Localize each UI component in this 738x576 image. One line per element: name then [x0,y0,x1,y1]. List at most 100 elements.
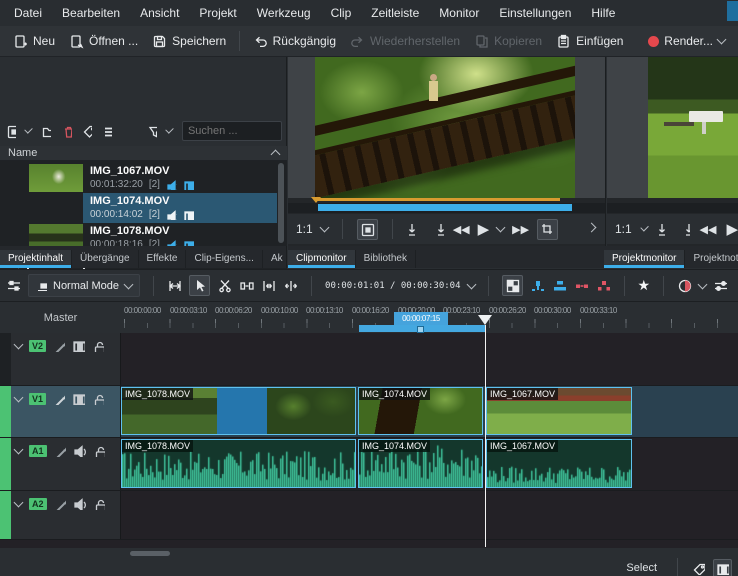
timeline-clip-audio-1078[interactable]: IMG_1078.MOV [121,439,356,488]
tab-uebergaenge[interactable]: Übergänge [72,250,138,268]
master-track-button[interactable]: Master [0,302,122,333]
record-options-icon[interactable] [677,278,692,293]
menu-bearbeiten[interactable]: Bearbeiten [52,0,130,26]
new-folder-icon[interactable] [41,124,51,139]
bin-row-img1067[interactable]: IMG_1067.MOV 00:01:32:20 [2] [0,163,287,193]
play-icon[interactable]: ▶ [478,220,490,238]
filter-icon[interactable] [147,124,157,139]
menu-clip[interactable]: Clip [321,0,362,26]
sort-chevron-up-icon[interactable] [271,150,281,160]
track-tag[interactable]: V2 [29,340,46,352]
play-chevron-icon[interactable] [496,223,506,233]
audio-track-icon[interactable] [73,444,86,457]
more-tools-icon[interactable] [587,223,597,233]
effects-wand-icon[interactable] [54,445,66,457]
collapse-chevron-icon[interactable] [14,497,24,507]
lock-icon[interactable] [92,393,104,405]
tab-projektmonitor[interactable]: Projektmonitor [604,250,685,268]
monitor-seekbar[interactable] [607,203,738,213]
status-thumbnails-icon[interactable] [713,559,732,576]
timeline-horizontal-scrollbar[interactable] [130,551,170,556]
track-target-indicator-active[interactable] [0,491,11,539]
menu-einstellungen[interactable]: Einstellungen [489,0,581,26]
open-button[interactable]: Öffnen ... [62,30,145,53]
timeline-zone-bar[interactable] [359,325,486,332]
menu-ansicht[interactable]: Ansicht [130,0,189,26]
menu-datei[interactable]: Datei [4,0,52,26]
rewind-icon[interactable]: ◀◀ [700,223,717,236]
track-header-a1[interactable]: A1 [11,438,121,490]
timeline-settings-icon[interactable] [6,278,21,293]
mix-clips-icon[interactable] [167,278,182,293]
menu-hilfe[interactable]: Hilfe [581,0,625,26]
timeline-clip-audio-1067[interactable]: IMG_1067.MOV [486,439,632,488]
tab-effekte[interactable]: Effekte [139,250,187,268]
timeline-clip-video-1078[interactable]: IMG_1078.MOV [121,387,356,435]
extract-zone-icon[interactable] [574,278,589,293]
video-track-icon[interactable] [72,339,85,352]
tab-projektnotizen[interactable]: Projektnotizen [685,250,738,268]
delete-icon[interactable] [61,124,71,139]
track-a1-body[interactable]: IMG_1078.MOV IMG_1074.MOV IMG_1067.MOV [121,438,738,490]
track-a2-body[interactable] [121,491,738,539]
effects-wand-icon[interactable] [54,498,66,510]
effects-wand-icon[interactable] [53,340,65,352]
track-target-indicator-active[interactable] [0,438,11,490]
timeline-clip-video-1067[interactable]: IMG_1067.MOV [486,387,632,435]
spacer-tool-icon[interactable] [239,278,254,293]
track-v1-body[interactable]: IMG_1078.MOV IMG_1074.MOV IMG_1067.MOV [121,386,738,437]
collapse-chevron-icon[interactable] [14,392,24,402]
favorite-effects-icon[interactable]: ★ [638,277,651,294]
save-button[interactable]: Speichern [145,30,233,53]
zoom-chevron-icon[interactable] [640,223,649,232]
collapse-chevron-icon[interactable] [14,444,24,454]
zone-handle[interactable] [417,326,424,333]
video-frame-garden[interactable] [648,57,738,198]
menu-projekt[interactable]: Projekt [189,0,246,26]
bin-row-img1074-selected[interactable]: IMG_1074.MOV 00:00:14:02 [2] [0,193,287,223]
record-chevron-icon[interactable] [698,279,708,289]
lock-icon[interactable] [92,340,104,352]
tab-clip-eigenschaften[interactable]: Clip-Eigens... [186,250,262,268]
video-track-icon[interactable] [72,392,85,405]
timeline-clip-video-1074[interactable]: IMG_1074.MOV [358,387,483,435]
bin-scrollbar[interactable] [278,163,284,243]
track-header-a2[interactable]: A2 [11,491,121,539]
track-tag[interactable]: A1 [29,445,47,457]
add-clip-chevron-icon[interactable] [24,125,33,134]
lock-icon[interactable] [93,445,105,457]
view-menu-icon[interactable] [102,124,112,139]
copy-button[interactable]: Kopieren [467,30,549,53]
add-clip-icon[interactable] [6,124,16,139]
razor-tool-icon[interactable] [217,278,232,293]
track-tag[interactable]: A2 [29,498,47,510]
zoom-level[interactable]: 1:1 [296,222,313,236]
audio-track-icon[interactable] [73,497,86,510]
edit-mode-select[interactable]: Normal Mode [28,274,140,297]
playhead-handle[interactable] [478,315,492,325]
tab-clipmonitor[interactable]: Clipmonitor [288,250,356,268]
timecode-chevron-icon[interactable] [466,279,476,289]
track-target-indicator-active[interactable] [0,386,11,437]
zone-trim-icon[interactable] [537,219,558,240]
track-target-indicator[interactable] [0,333,11,385]
monitor-zone-bar[interactable] [315,198,560,201]
menu-monitor[interactable]: Monitor [429,0,489,26]
filter-chevron-icon[interactable] [165,125,174,134]
search-input[interactable] [182,121,282,141]
tag-icon[interactable] [82,124,92,139]
new-button[interactable]: Neu [6,30,62,53]
lock-icon[interactable] [93,498,105,510]
menu-werkzeug[interactable]: Werkzeug [247,0,321,26]
timeline-clip-audio-1074[interactable]: IMG_1074.MOV [358,439,483,488]
menu-zeitleiste[interactable]: Zeitleiste [361,0,429,26]
selection-tool-icon[interactable] [189,275,210,296]
overwrite-zone-icon[interactable] [552,278,567,293]
track-tag[interactable]: V1 [29,393,46,405]
playhead[interactable] [485,325,486,547]
forward-icon[interactable]: ▶▶ [512,223,529,236]
track-header-v2[interactable]: V2 [11,333,121,385]
set-zone-in-icon[interactable] [657,222,668,237]
effects-wand-icon[interactable] [53,393,65,405]
tab-projektinhalt[interactable]: Projektinhalt [0,250,72,268]
